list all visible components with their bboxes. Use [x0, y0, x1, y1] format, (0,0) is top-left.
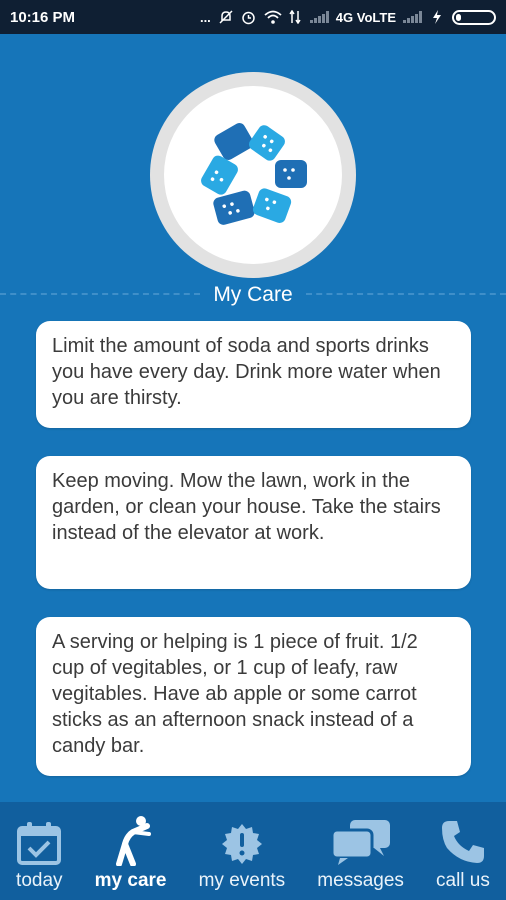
nav-my-events[interactable]: my events [198, 814, 286, 892]
nav-call-us[interactable]: call us [436, 814, 490, 892]
nav-today[interactable]: today [16, 814, 63, 892]
bandage-logo-icon [201, 123, 307, 225]
nav-label: call us [436, 870, 490, 891]
nav-my-care[interactable]: my care [94, 814, 167, 892]
signal-icon [309, 11, 329, 23]
logo-circle [150, 72, 356, 278]
card-text: Limit the amount of soda and sports drin… [52, 335, 441, 409]
care-tip-card[interactable]: Keep moving. Mow the lawn, work in the g… [36, 456, 471, 589]
status-dots: ... [199, 9, 211, 25]
card-text: Keep moving. Mow the lawn, work in the g… [52, 470, 441, 544]
alert-badge-icon [220, 814, 264, 866]
alarm-icon [241, 10, 257, 25]
nav-label: today [16, 870, 63, 891]
wifi-icon [264, 10, 282, 24]
status-time: 10:16 PM [10, 8, 76, 26]
nav-label: my events [198, 870, 286, 891]
mute-icon [218, 10, 234, 24]
charging-icon [429, 10, 445, 24]
data-arrows-icon [287, 9, 303, 25]
phone-icon [439, 814, 487, 866]
nav-messages[interactable]: messages [317, 814, 404, 892]
nav-label: my care [94, 870, 167, 891]
calendar-check-icon [16, 814, 62, 866]
status-icons: ... 4G VoLTE [199, 9, 496, 25]
signal-icon [403, 11, 422, 23]
battery-icon [452, 9, 496, 25]
care-tip-card[interactable]: A serving or helping is 1 piece of fruit… [36, 617, 471, 776]
status-bar: 10:16 PM ... 4G VoLTE [0, 0, 506, 34]
bottom-nav: today my care my events messages call us [0, 802, 506, 900]
page-title: My Care [213, 283, 293, 306]
card-text: A serving or helping is 1 piece of fruit… [52, 631, 418, 757]
nav-label: messages [317, 870, 404, 891]
care-tip-card[interactable]: Limit the amount of soda and sports drin… [36, 321, 471, 428]
network-type: 4G VoLTE [335, 9, 396, 25]
stretching-person-icon [111, 814, 151, 866]
chat-bubbles-icon [330, 814, 392, 866]
